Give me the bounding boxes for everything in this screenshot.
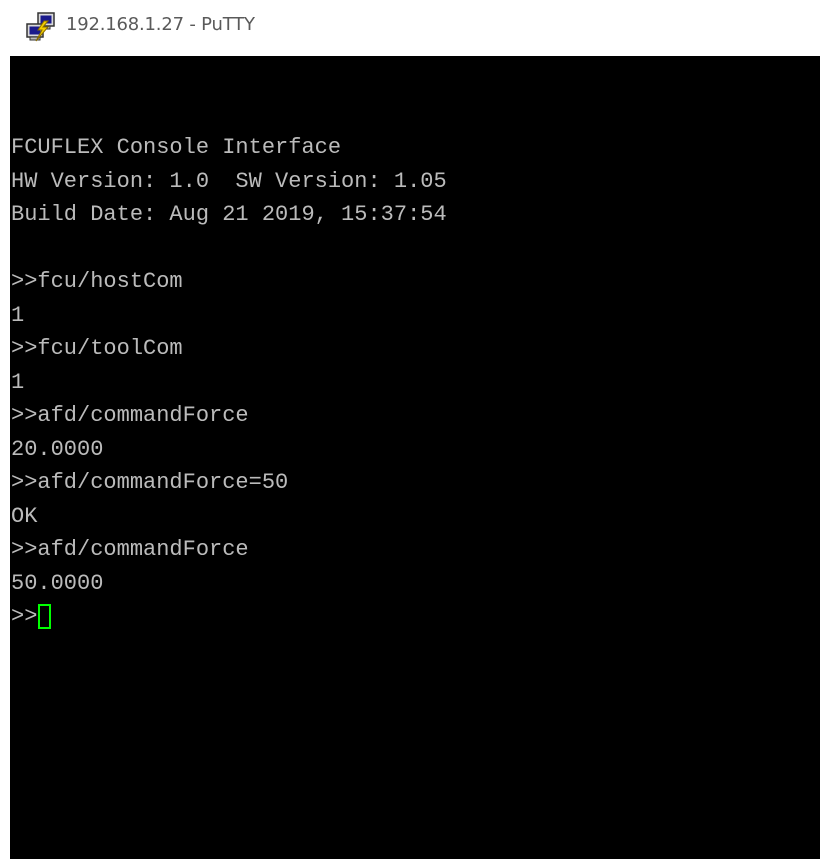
terminal-line: >>afd/commandForce [11, 403, 249, 428]
terminal-line: >>afd/commandForce [11, 537, 249, 562]
title-bar[interactable]: 192.168.1.27 - PuTTY [0, 0, 820, 56]
terminal-screen: FCUFLEX Console Interface HW Version: 1.0… [11, 131, 447, 634]
putty-icon [26, 12, 55, 42]
terminal-area[interactable]: FCUFLEX Console Interface HW Version: 1.0… [10, 56, 820, 859]
terminal-line: 1 [11, 369, 25, 395]
command-prompt-line[interactable]: >> [11, 600, 447, 634]
terminal-line: FCUFLEX Console Interface [11, 135, 342, 160]
terminal-line: Build Date: Aug 21 2019, 15:37:54 [11, 202, 447, 227]
terminal-line: >>fcu/hostCom [11, 269, 183, 294]
terminal-line: HW Version: 1.0 SW Version: 1.05 [11, 168, 447, 194]
terminal-line: 1 [11, 302, 25, 328]
window-title: 192.168.1.27 - PuTTY [66, 14, 255, 35]
terminal-line: 20.0000 [11, 436, 104, 462]
terminal-line: 50.0000 [11, 570, 104, 596]
terminal-line: OK [11, 503, 38, 529]
text-cursor [38, 604, 52, 630]
prompt-symbol: >> [11, 604, 38, 629]
terminal-line: >>fcu/toolCom [11, 336, 183, 361]
terminal-line: >>afd/commandForce=50 [11, 470, 289, 495]
